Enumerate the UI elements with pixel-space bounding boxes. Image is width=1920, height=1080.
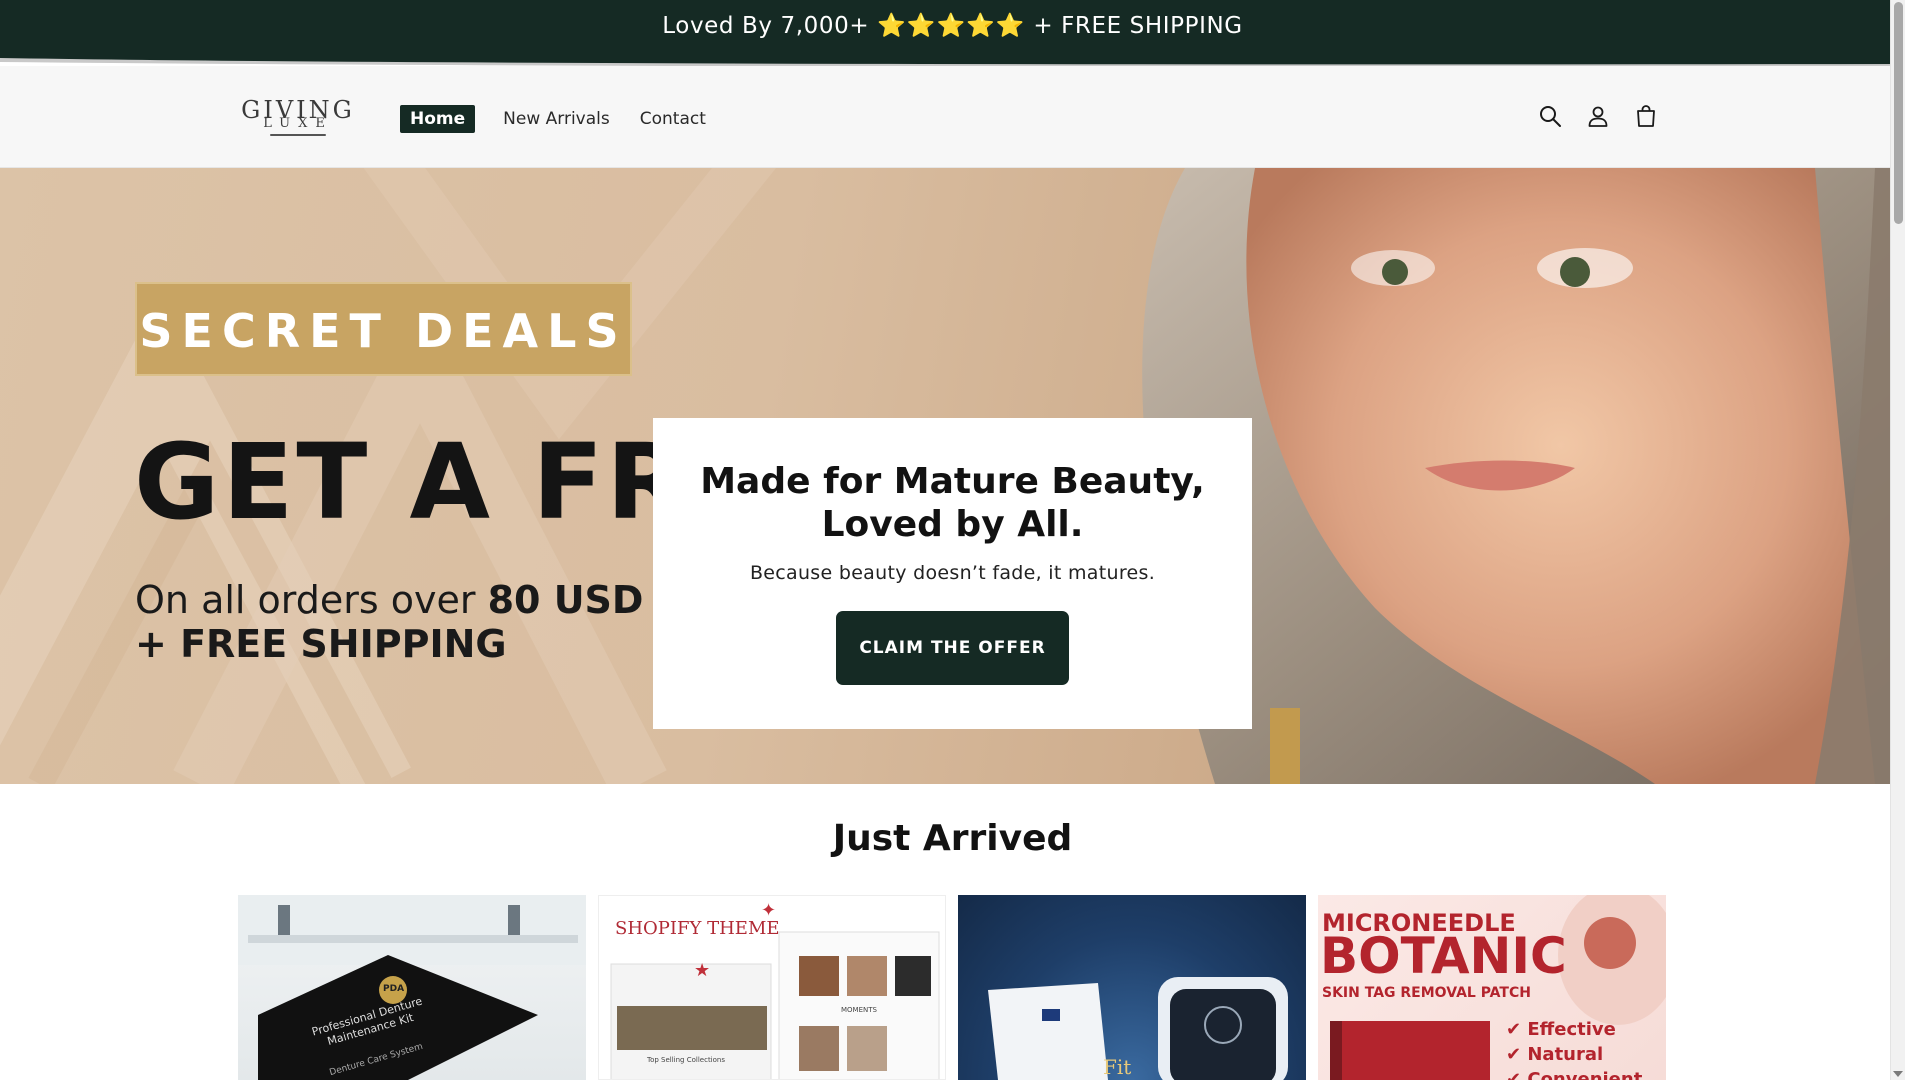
- hero-card: Made for Mature Beauty, Loved by All. Be…: [653, 418, 1252, 729]
- rating-stars-icon: ⭐⭐⭐⭐⭐: [877, 13, 1026, 39]
- product-text-3: SKIN TAG REMOVAL PATCH: [1322, 985, 1531, 1001]
- announcement-text: Loved By 7,000+ ⭐⭐⭐⭐⭐ + FREE SHIPPING: [0, 12, 1905, 39]
- announcement-lead: Loved By 7,000+: [662, 13, 870, 39]
- product-badge-convenient: ✔ Convenient: [1506, 1069, 1643, 1080]
- logo-line-2: LUXE: [263, 116, 333, 131]
- product-image-fit-case: [988, 977, 1288, 1080]
- product-badge: PDA: [383, 984, 405, 994]
- account-icon[interactable]: [1584, 102, 1612, 130]
- orders-line: On all orders over 80 USD: [135, 578, 644, 622]
- site-header: GIVING LUXE Home New Arrivals Contact: [0, 66, 1905, 168]
- product-text-2: MOMENTS: [841, 1006, 877, 1014]
- announcement-tail: + FREE SHIPPING: [1033, 13, 1243, 39]
- hero-card-title: Made for Mature Beauty, Loved by All.: [700, 461, 1205, 545]
- product-card-fit-case[interactable]: Fit: [958, 895, 1306, 1080]
- nav-contact[interactable]: Contact: [638, 105, 708, 133]
- product-text-1: Fit: [1103, 1055, 1132, 1079]
- brand-logo[interactable]: GIVING LUXE: [240, 96, 356, 138]
- secret-deals-badge: SECRET DEALS: [135, 282, 632, 376]
- hero-offer-text: On all orders over 80 USD + FREE SHIPPIN…: [135, 578, 643, 666]
- nav-new-arrivals[interactable]: New Arrivals: [501, 105, 612, 133]
- announcement-bar: Loved By 7,000+ ⭐⭐⭐⭐⭐ + FREE SHIPPING: [0, 0, 1905, 68]
- product-card-denture-kit[interactable]: PDA Professional Denture Maintenance Kit…: [238, 895, 586, 1080]
- hero-card-subtitle: Because beauty doesn’t fade, it matures.: [749, 562, 1156, 584]
- product-card-botanic-patch[interactable]: MICRONEEDLE BOTANIC SKIN TAG REMOVAL PAT…: [1318, 895, 1666, 1080]
- main-nav: Home New Arrivals Contact: [400, 104, 708, 134]
- product-text-1: SHOPIFY THEME: [615, 918, 780, 939]
- product-grid: PDA Professional Denture Maintenance Kit…: [238, 895, 1668, 1080]
- page-scrollbar[interactable]: [1890, 0, 1905, 1080]
- hero-headline: GET A FREE: [134, 430, 654, 534]
- logo-underline: [270, 134, 326, 136]
- product-text-2: BOTANIC: [1320, 927, 1567, 985]
- product-card-shopify-theme[interactable]: ★ ✦ SHOPIFY THEME MOMENTS Top Selling Co…: [598, 895, 946, 1080]
- svg-text:★: ★: [694, 960, 710, 981]
- product-badge-effective: ✔ Effective: [1506, 1019, 1616, 1040]
- scrollbar-thumb[interactable]: [1894, 2, 1903, 224]
- just-arrived-title: Just Arrived: [832, 818, 1073, 859]
- shipping-line: + FREE SHIPPING: [135, 622, 507, 666]
- nav-home[interactable]: Home: [400, 105, 476, 133]
- scroll-down-arrow-icon[interactable]: [1893, 1071, 1903, 1077]
- cart-icon[interactable]: [1632, 102, 1660, 130]
- claim-offer-button[interactable]: CLAIM THE OFFER: [836, 611, 1069, 685]
- page: Loved By 7,000+ ⭐⭐⭐⭐⭐ + FREE SHIPPING GI…: [0, 0, 1905, 1080]
- product-badge-natural: ✔ Natural: [1506, 1044, 1604, 1065]
- product-text-3: Top Selling Collections: [647, 1056, 725, 1064]
- header-actions: [1536, 102, 1660, 130]
- search-icon[interactable]: [1536, 102, 1564, 130]
